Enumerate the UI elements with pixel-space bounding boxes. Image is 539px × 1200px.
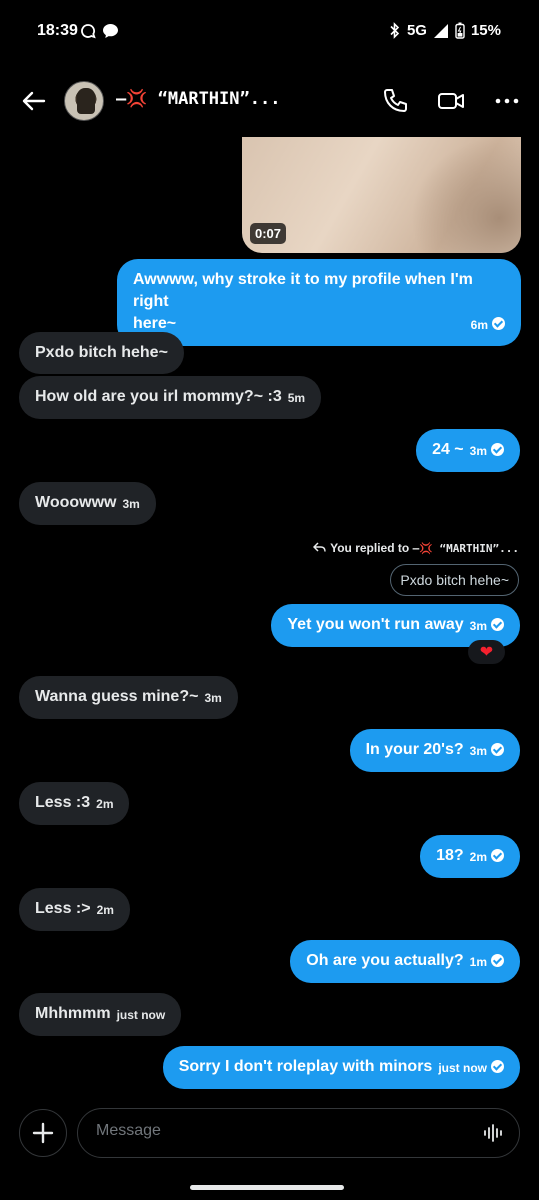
- message-bubble-outgoing[interactable]: Awwww, why stroke it to my profile when …: [117, 259, 521, 346]
- message-time: 5m: [287, 391, 306, 405]
- message-bubble-incoming[interactable]: Pxdo bitch hehe~: [19, 332, 184, 374]
- message-time: 2m: [469, 850, 487, 864]
- message-time: 3m: [469, 744, 487, 758]
- read-check-icon: [491, 743, 504, 756]
- message-time: 3m: [204, 691, 222, 705]
- video-message[interactable]: 0:07: [242, 137, 521, 253]
- voice-waveform-icon[interactable]: [483, 1122, 505, 1144]
- message-list: 0:07 Awwww, why stroke it to my profile …: [0, 0, 539, 1100]
- reply-label-text: You replied to: [330, 541, 410, 555]
- message-bubble-incoming[interactable]: Less :3 2m: [19, 782, 130, 825]
- message-bubble-incoming[interactable]: Wanna guess mine?~ 3m: [19, 676, 238, 719]
- message-time: 1m: [469, 955, 487, 969]
- message-bubble-outgoing[interactable]: Oh are you actually? 1m: [290, 940, 520, 983]
- message-input[interactable]: [96, 1122, 476, 1140]
- message-text: Oh are you actually?: [306, 952, 464, 969]
- message-time: 2m: [96, 903, 114, 917]
- message-bubble-incoming[interactable]: Wooowww 3m: [19, 482, 156, 525]
- message-bubble-outgoing[interactable]: In your 20's? 3m: [349, 729, 520, 772]
- message-text-line: Awwww, why stroke it to my profile when …: [133, 271, 473, 310]
- message-text: 18?: [436, 847, 464, 864]
- home-indicator[interactable]: [190, 1185, 344, 1190]
- add-attachment-button[interactable]: [19, 1109, 67, 1157]
- message-input-box[interactable]: [77, 1108, 520, 1158]
- quoted-text: Pxdo bitch hehe~: [400, 572, 509, 588]
- read-check-icon: [491, 443, 504, 456]
- reply-arrow-icon: [313, 542, 326, 552]
- quoted-message[interactable]: Pxdo bitch hehe~: [390, 564, 519, 596]
- heart-reaction-icon[interactable]: ❤: [468, 640, 505, 664]
- message-text: Yet you won't run away: [287, 616, 464, 633]
- read-check-icon: [491, 849, 504, 862]
- message-text: Wanna guess mine?~: [35, 688, 199, 705]
- message-time: 3m: [469, 444, 487, 458]
- reply-context-label: You replied to —💢 “MARTHIN”...: [313, 541, 519, 555]
- message-bubble-outgoing[interactable]: Sorry I don't roleplay with minors just n…: [162, 1046, 520, 1089]
- read-check-icon: [491, 1060, 504, 1073]
- message-time: 2m: [96, 797, 114, 811]
- message-text: Less :3: [35, 794, 91, 811]
- message-text: 24 ~: [432, 441, 464, 458]
- plus-icon: [32, 1122, 54, 1144]
- video-duration: 0:07: [250, 223, 287, 244]
- reply-target-name: —💢 “MARTHIN”...: [412, 542, 519, 555]
- message-text: How old are you irl mommy?~ :3: [35, 388, 282, 405]
- dm-screen: 18:39 5G 15% —💢 “MARTHIN”... 0:07 Awwww,…: [0, 0, 539, 1200]
- message-time: just now: [438, 1061, 487, 1075]
- message-text: Sorry I don't roleplay with minors: [178, 1058, 433, 1075]
- message-text: Pxdo bitch hehe~: [35, 344, 168, 361]
- message-bubble-outgoing[interactable]: 18? 2m: [420, 835, 520, 878]
- message-composer: [0, 1104, 539, 1164]
- message-time: 3m: [122, 497, 140, 511]
- message-text: In your 20's?: [365, 741, 464, 758]
- message-text: Wooowww: [35, 494, 117, 511]
- read-check-icon: [491, 954, 504, 967]
- read-check-icon: [491, 618, 504, 631]
- message-bubble-incoming[interactable]: Less :> 2m: [19, 888, 130, 931]
- message-bubble-incoming[interactable]: Mhhmmm just now: [19, 993, 182, 1036]
- reaction-emoji: ❤: [479, 644, 494, 661]
- read-check-icon: [492, 317, 505, 330]
- message-time: 6m: [470, 318, 488, 332]
- message-bubble-incoming[interactable]: How old are you irl mommy?~ :3 5m: [19, 376, 322, 419]
- message-text: Less :>: [35, 900, 91, 917]
- message-bubble-outgoing[interactable]: 24 ~ 3m: [416, 429, 520, 472]
- message-time: 3m: [469, 619, 487, 633]
- message-text: Mhhmmm: [35, 1005, 111, 1022]
- message-time: just now: [116, 1008, 166, 1022]
